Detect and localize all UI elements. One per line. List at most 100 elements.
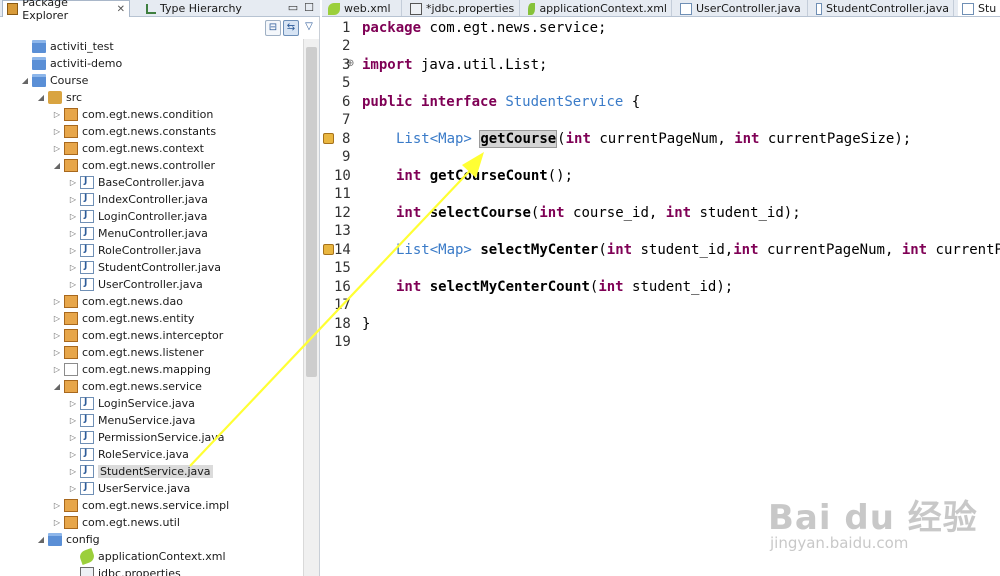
scrollbar-thumb[interactable] [306,47,317,377]
tree-item-label: com.egt.news.dao [82,295,183,308]
code-line-1: package com.egt.news.service; [362,20,607,36]
link-with-editor-icon[interactable]: ⇆ [283,20,299,36]
tree-item[interactable]: ▷ com.egt.news.condition [52,106,213,123]
tree-item[interactable]: ▷ MenuService.java [68,412,195,429]
editor-tab[interactable]: web.xml [324,0,402,16]
tree-twistie-icon[interactable]: ▷ [52,314,62,323]
tree-twistie-icon[interactable]: ▷ [68,212,78,221]
editor-tab[interactable]: *jdbc.properties [406,0,520,16]
maximize-icon[interactable]: ☐ [302,1,316,15]
editor-tab[interactable]: UserController.java [676,0,808,16]
tree-item[interactable]: ◢ config [36,531,100,548]
editor-tab[interactable]: StudentController.java [812,0,954,16]
tree-twistie-icon[interactable]: ▷ [52,110,62,119]
tree-twistie-icon[interactable]: ◢ [36,535,46,544]
tree-twistie-icon[interactable]: ▷ [52,127,62,136]
tree-twistie-icon[interactable]: ▷ [52,501,62,510]
close-icon[interactable]: ✕ [117,4,125,15]
tree-item[interactable]: ▷ com.egt.news.service.impl [52,497,229,514]
tree-twistie-icon[interactable]: ◢ [20,76,30,85]
minimize-icon[interactable]: ▭ [286,1,300,15]
tree-item[interactable]: ▷ PermissionService.java [68,429,225,446]
tree-twistie-icon[interactable]: ◢ [52,161,62,170]
tree-item[interactable]: ▷ LoginController.java [68,208,207,225]
tree-item[interactable]: ▷ BaseController.java [68,174,204,191]
tree-item-label: com.egt.news.listener [82,346,204,359]
tree-twistie-icon[interactable]: ◢ [52,382,62,391]
tree-item[interactable]: ▷ com.egt.news.context [52,140,204,157]
tree-scrollbar[interactable] [303,39,319,576]
view-menu-icon[interactable]: ▽ [301,20,317,36]
tree-item[interactable]: ▷ com.egt.news.entity [52,310,194,327]
tab-package-explorer[interactable]: Package Explorer ✕ [2,0,130,22]
tree-item[interactable]: ▷ RoleService.java [68,446,189,463]
tree-item[interactable]: ◢ src [36,89,82,106]
tree-item[interactable]: ▷ com.egt.news.constants [52,123,216,140]
tree-twistie-icon[interactable]: ▷ [68,433,78,442]
code-line-8: List<Map> getCourse(int currentPageNum, … [396,130,912,148]
tree-twistie-icon[interactable]: ◢ [36,93,46,102]
editor-tab-label: *jdbc.properties [426,2,515,15]
tree-twistie-icon[interactable]: ▷ [68,280,78,289]
tree-item[interactable]: ◢ Course [20,72,88,89]
code-line-18: } [362,316,371,332]
xml-file-icon [78,547,96,566]
tree-twistie-icon[interactable]: ▷ [52,518,62,527]
tree-item[interactable]: ▷ MenuController.java [68,225,208,242]
tree-item[interactable]: ▷ com.egt.news.dao [52,293,183,310]
tree-item[interactable]: ▷ IndexController.java [68,191,208,208]
tree-item-label: LoginController.java [98,210,208,223]
tree-twistie-icon[interactable]: ▷ [68,178,78,187]
editor-tab-label: applicationContext.xml [539,2,667,15]
properties-file-icon [410,2,422,15]
watermark-brand: Bai du 经验 [768,498,978,538]
tree-item-label: com.egt.news.mapping [82,363,211,376]
java-file-icon [962,2,974,15]
tree-twistie-icon[interactable]: ▷ [52,144,62,153]
tree-item[interactable]: activiti_test [20,39,114,55]
tree-twistie-icon[interactable]: ▷ [68,195,78,204]
override-marker-icon[interactable] [323,133,334,144]
java-file-icon [80,448,94,461]
tree-item[interactable]: ▷ UserService.java [68,480,190,497]
tree-item-label: RoleController.java [98,244,202,257]
tree-item[interactable]: applicationContext.xml [68,547,226,566]
line-number: 19 [334,334,351,350]
tree-twistie-icon[interactable]: ▷ [68,246,78,255]
tree-twistie-icon[interactable]: ▷ [68,263,78,272]
tree-twistie-icon[interactable]: ▷ [68,229,78,238]
tree-item[interactable]: ▷ StudentController.java [68,259,221,276]
package-explorer-view: Package Explorer ✕ Type Hierarchy ▭ ☐ ⊟ … [0,0,320,576]
collapse-all-icon[interactable]: ⊟ [265,20,281,36]
tree-item[interactable]: ▷ StudentService.java [68,463,213,480]
tree-twistie-icon[interactable]: ▷ [52,348,62,357]
tree-item[interactable]: ▷ com.egt.news.interceptor [52,327,223,344]
editor-tab[interactable]: Stu [958,0,1000,16]
tree-item[interactable]: activiti-demo [20,55,122,72]
line-number: 16 [334,279,351,295]
tree-item[interactable]: ▷ UserController.java [68,276,203,293]
tree-item-label: com.egt.news.context [82,142,204,155]
tree-item[interactable]: ▷ com.egt.news.mapping [52,361,211,378]
override-marker-icon[interactable] [323,244,334,255]
line-number: 14 [334,242,351,258]
tree-twistie-icon[interactable]: ▷ [68,467,78,476]
tree-twistie-icon[interactable]: ▷ [52,331,62,340]
editor-tab[interactable]: applicationContext.xml [524,0,672,16]
tree-twistie-icon[interactable]: ▷ [68,416,78,425]
tree-twistie-icon[interactable]: ▷ [52,297,62,306]
tree-item[interactable]: ◢ com.egt.news.controller [52,157,215,174]
tree-item[interactable]: ▷ LoginService.java [68,395,195,412]
tree-twistie-icon[interactable]: ▷ [68,450,78,459]
tree-item[interactable]: jdbc.properties [68,565,181,576]
tree-item-label: com.egt.news.constants [82,125,217,138]
tree-twistie-icon[interactable]: ▷ [68,484,78,493]
tree-item-label: src [66,91,83,104]
tree-item[interactable]: ◢ com.egt.news.service [52,378,202,395]
tree-item[interactable]: ▷ RoleController.java [68,242,201,259]
tab-type-hierarchy[interactable]: Type Hierarchy [142,0,246,17]
tree-item[interactable]: ▷ com.egt.news.util [52,514,180,531]
tree-item[interactable]: ▷ com.egt.news.listener [52,344,204,361]
tree-twistie-icon[interactable]: ▷ [68,399,78,408]
tree-twistie-icon[interactable]: ▷ [52,365,62,374]
